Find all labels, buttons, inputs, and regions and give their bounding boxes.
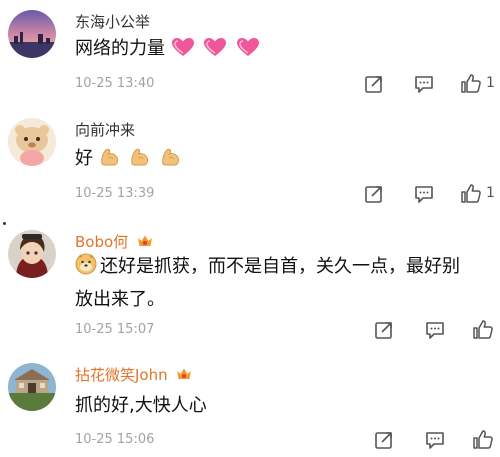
like-icon[interactable]: [460, 183, 481, 203]
repost-icon[interactable]: [374, 320, 394, 340]
doge-emoji: [75, 253, 97, 285]
comment-icon[interactable]: [425, 430, 445, 450]
heart-emoji: [236, 37, 260, 67]
username[interactable]: 东海小公举: [75, 12, 150, 32]
avatar[interactable]: [8, 10, 56, 58]
like-count: 1: [486, 75, 495, 91]
comment-icon[interactable]: [414, 74, 434, 94]
avatar[interactable]: [8, 230, 56, 278]
comment-item: 东海小公举 网络的力量 10-25 13:40 1: [0, 0, 500, 110]
muscle-emoji: [129, 147, 151, 177]
heart-emoji: [203, 37, 227, 67]
comment-text: 抓的好,大快人心: [75, 395, 207, 416]
heart-emoji: [171, 37, 195, 67]
username[interactable]: 向前冲来: [75, 120, 135, 140]
like-icon[interactable]: [472, 319, 493, 339]
timestamp: 10-25 15:06: [75, 432, 155, 447]
username[interactable]: Bobo何: [75, 232, 153, 252]
like-icon[interactable]: [460, 73, 481, 93]
comment-text-line: 还好是抓获，而不是自首，关久一点，最好别: [100, 256, 460, 277]
comment-text: 网络的力量: [75, 34, 263, 67]
comment-item: 拈花微笑John 抓的好,大快人心 10-25 15:06: [0, 355, 500, 457]
repost-icon[interactable]: [374, 430, 394, 450]
muscle-emoji: [160, 147, 182, 177]
comment-text: 好: [75, 144, 185, 177]
comment-text-line: 放出来了。: [75, 289, 165, 310]
like-count: 1: [486, 185, 495, 201]
timestamp: 10-25 13:39: [75, 186, 155, 201]
muscle-emoji: [99, 147, 121, 177]
avatar[interactable]: [8, 363, 56, 411]
like-icon[interactable]: [472, 429, 493, 449]
username[interactable]: 拈花微笑John: [75, 365, 192, 385]
repost-icon[interactable]: [364, 74, 384, 94]
comment-icon[interactable]: [425, 320, 445, 340]
avatar[interactable]: [8, 118, 56, 166]
repost-icon[interactable]: [364, 184, 384, 204]
comment-icon[interactable]: [414, 184, 434, 204]
comment-item: Bobo何 还好是抓获，而不是自首，关久一点，最好别 放出来了。 10-25 1…: [0, 220, 500, 350]
comment-item: 向前冲来 好 10-25 13:39 1: [0, 110, 500, 210]
timestamp: 10-25 13:40: [75, 76, 155, 91]
timestamp: 10-25 15:07: [75, 322, 155, 337]
comment-text: 还好是抓获，而不是自首，关久一点，最好别 放出来了。: [75, 252, 495, 315]
comment-text-content: 网络的力量: [75, 38, 165, 59]
username-text[interactable]: Bobo何: [75, 233, 128, 251]
comment-text-content: 好: [75, 148, 93, 169]
vip-crown-icon: [176, 366, 192, 380]
vip-crown-icon: [137, 233, 153, 247]
username-text[interactable]: 拈花微笑John: [75, 366, 168, 384]
